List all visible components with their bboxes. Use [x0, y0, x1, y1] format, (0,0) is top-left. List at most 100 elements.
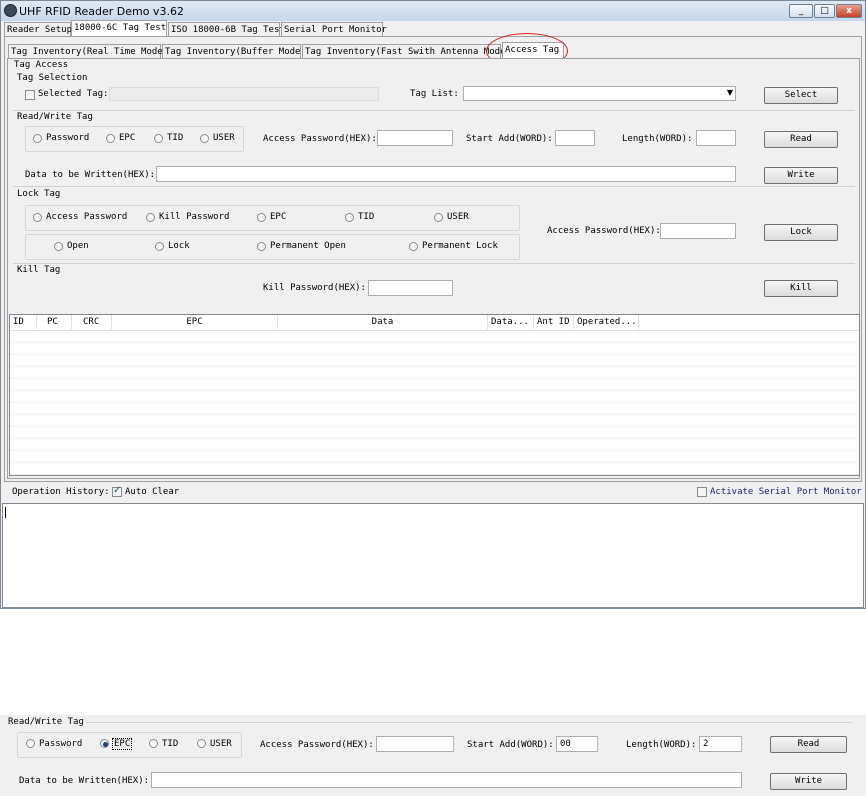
read-button[interactable]: Read [764, 131, 838, 148]
lock-permanent-open-label: Permanent Open [270, 241, 346, 251]
zoom-bank-tid-radio[interactable] [149, 739, 158, 748]
lock-kill-password-label: Kill Password [159, 212, 230, 222]
divider [13, 186, 855, 187]
zoom-access-password-input[interactable] [376, 736, 454, 752]
zoom-data-to-write-input[interactable] [151, 772, 742, 788]
column-header-crc[interactable]: CRC [72, 315, 112, 331]
tab-reader-setup[interactable]: Reader Setup [4, 22, 72, 37]
zoom-bank-tid-label: TID [162, 739, 179, 749]
divider [13, 110, 855, 111]
title-bar: UHF RFID Reader Demo v3.62 _ □ x [1, 1, 865, 21]
column-header-epc[interactable]: EPC [112, 315, 278, 331]
length-input[interactable] [696, 130, 736, 146]
selected-tag-checkbox[interactable] [25, 90, 35, 100]
zoom-bank-user-label: USER [210, 739, 232, 749]
lock-tid-label: TID [358, 212, 375, 222]
lock-access-password-label: Access Password [46, 212, 128, 222]
access-password-label: Access Password(HEX): [263, 134, 377, 144]
zoom-read-write-title: Read/Write Tag [8, 717, 84, 727]
lock-permanent-lock-radio[interactable] [409, 242, 418, 251]
bank-epc-radio[interactable] [106, 134, 115, 143]
select-button[interactable]: Select [764, 87, 838, 104]
zoom-start-add-label: Start Add(WORD): [467, 740, 554, 750]
write-button[interactable]: Write [764, 167, 838, 184]
lock-open-radio[interactable] [54, 242, 63, 251]
chevron-down-icon: ▼ [726, 88, 733, 97]
minimize-button[interactable]: _ [789, 4, 813, 18]
tab-iso-18000-6b[interactable]: ISO 18000-6B Tag Test [168, 22, 285, 37]
lock-epc-radio[interactable] [257, 213, 266, 222]
table-rows [10, 331, 859, 475]
close-button[interactable]: x [836, 4, 862, 18]
bank-tid-label: TID [167, 133, 184, 143]
tab-inventory-realtime[interactable]: Tag Inventory(Real Time Mode) [8, 44, 168, 59]
maximize-button[interactable]: □ [814, 4, 835, 18]
lock-user-radio[interactable] [434, 213, 443, 222]
zoom-read-button[interactable]: Read [770, 736, 847, 753]
lock-access-password-input[interactable] [660, 223, 736, 239]
column-header-id[interactable]: ID [10, 315, 37, 331]
lock-access-password-field-label: Access Password(HEX): [547, 226, 661, 236]
window-title: UHF RFID Reader Demo v3.62 [19, 5, 184, 18]
divider [86, 722, 852, 723]
tab-inventory-buffer[interactable]: Tag Inventory(Buffer Mode) [162, 44, 306, 59]
zoom-length-input[interactable]: 2 [699, 736, 742, 752]
lock-button[interactable]: Lock [764, 224, 838, 241]
data-to-write-input[interactable] [156, 166, 736, 182]
bank-tid-radio[interactable] [154, 134, 163, 143]
column-header-pc[interactable]: PC [37, 315, 72, 331]
tag-selection-title: Tag Selection [17, 73, 88, 83]
lock-permanent-open-radio[interactable] [257, 242, 266, 251]
bank-epc-label: EPC [119, 133, 136, 143]
text-cursor [5, 507, 6, 518]
column-header-data[interactable]: Data [278, 315, 488, 331]
auto-clear-checkbox[interactable] [112, 485, 122, 497]
bank-password-radio[interactable] [33, 134, 42, 143]
lock-lock-radio[interactable] [155, 242, 164, 251]
zoom-snippet: Read/Write Tag Password EPC TID USER Acc… [0, 715, 866, 796]
lock-permanent-lock-label: Permanent Lock [422, 241, 498, 251]
lock-user-label: USER [447, 212, 469, 222]
column-header-operated[interactable]: Operated... [574, 315, 639, 331]
lock-kill-password-radio[interactable] [146, 213, 155, 222]
tag-list-label: Tag List: [410, 89, 459, 99]
zoom-bank-password-radio[interactable] [26, 739, 35, 748]
selected-tag-label: Selected Tag: [38, 89, 109, 99]
start-add-input[interactable] [555, 130, 595, 146]
kill-password-input[interactable] [368, 280, 453, 296]
lock-access-password-radio[interactable] [33, 213, 42, 222]
activate-monitor-checkbox[interactable] [697, 487, 707, 497]
bank-user-radio[interactable] [200, 134, 209, 143]
zoom-start-add-input[interactable]: 00 [556, 736, 598, 752]
column-header-ant-id[interactable]: Ant ID [534, 315, 574, 331]
app-window: UHF RFID Reader Demo v3.62 _ □ x Reader … [0, 0, 866, 609]
lock-tag-title: Lock Tag [17, 189, 61, 199]
bank-password-label: Password [46, 133, 90, 143]
kill-button[interactable]: Kill [764, 280, 838, 297]
length-label: Length(WORD): [622, 134, 693, 144]
column-header-data-len[interactable]: Data... [488, 315, 534, 331]
access-password-input[interactable] [377, 130, 453, 146]
tab-18000-6c[interactable]: 18000-6C Tag Test [71, 20, 167, 37]
tab-inventory-fast-switch[interactable]: Tag Inventory(Fast Swith Antenna Mode) [302, 44, 511, 59]
results-table[interactable]: ID PC CRC EPC Data Data... Ant ID Operat… [9, 314, 860, 476]
lock-open-label: Open [67, 241, 89, 251]
tag-list-dropdown[interactable]: ▼ [463, 86, 736, 101]
zoom-bank-epc-label: EPC [112, 738, 133, 750]
kill-password-label: Kill Password(HEX): [263, 283, 366, 293]
zoom-length-label: Length(WORD): [626, 740, 697, 750]
operation-history-log[interactable] [2, 503, 864, 608]
app-icon [4, 4, 17, 17]
zoom-write-button[interactable]: Write [770, 773, 847, 790]
selected-tag-display [109, 87, 379, 101]
tab-serial-port-monitor[interactable]: Serial Port Monitor [281, 22, 387, 37]
zoom-bank-user-radio[interactable] [197, 739, 206, 748]
activate-monitor-label: Activate Serial Port Monitor [710, 487, 862, 497]
operation-history-label: Operation History: [12, 487, 110, 497]
zoom-bank-epc-radio[interactable] [100, 739, 109, 748]
tag-access-title: Tag Access [14, 60, 69, 70]
divider [13, 263, 855, 264]
lock-tid-radio[interactable] [345, 213, 354, 222]
kill-tag-title: Kill Tag [17, 265, 61, 275]
read-write-title: Read/Write Tag [17, 112, 93, 122]
